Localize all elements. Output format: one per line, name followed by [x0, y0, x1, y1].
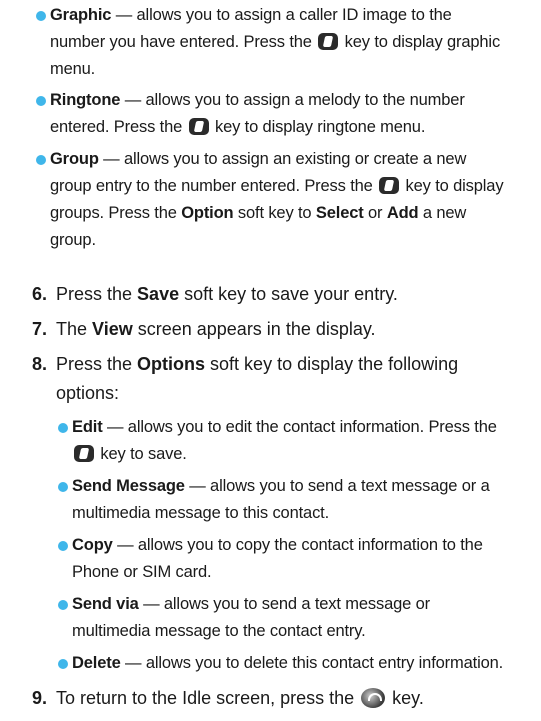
step-text: To return to the Idle screen, press the …	[56, 688, 424, 708]
bullet-icon	[36, 11, 46, 21]
desc-text: or	[363, 204, 387, 222]
list-item-edit: Edit — allows you to edit the contact in…	[58, 414, 510, 468]
step-number: 8.	[32, 354, 48, 374]
step-number: 6.	[32, 284, 48, 304]
step-number: 9.	[32, 688, 48, 708]
desc-text: — allows you to copy the contact informa…	[72, 536, 483, 581]
term-graphic: Graphic	[50, 6, 112, 24]
term-select: Select	[315, 204, 364, 222]
term-send-message: Send Message	[72, 477, 185, 495]
desc-text: — allows you to edit the contact informa…	[102, 418, 497, 436]
bullet-icon	[36, 96, 46, 106]
step-text: Press the Options soft key to display th…	[56, 354, 459, 403]
term-ringtone: Ringtone	[50, 91, 121, 109]
ok-key-icon	[188, 118, 209, 135]
list-item-ringtone: Ringtone — allows you to assign a melody…	[36, 87, 510, 141]
step-text: The View screen appears in the display.	[56, 319, 376, 339]
bullet-icon	[58, 600, 68, 610]
bullet-icon	[58, 541, 68, 551]
list-item-send-via: Send via — allows you to send a text mes…	[58, 591, 510, 645]
ok-key-icon	[379, 177, 400, 194]
step-text: Press the Save soft key to save your ent…	[56, 284, 398, 304]
bullet-icon	[36, 155, 46, 165]
list-item-graphic: Graphic — allows you to assign a caller …	[36, 2, 510, 83]
ok-key-icon	[74, 445, 94, 462]
term-copy: Copy	[72, 536, 113, 554]
list-item-delete: Delete — allows you to delete this conta…	[58, 650, 510, 677]
desc-text: — allows you to delete this contact entr…	[120, 654, 504, 672]
ok-key-icon	[318, 33, 339, 50]
term-group: Group	[50, 150, 99, 168]
bullet-icon	[58, 423, 68, 433]
step-number: 7.	[32, 319, 48, 339]
term-add: Add	[386, 204, 419, 222]
list-item-copy: Copy — allows you to copy the contact in…	[58, 532, 510, 586]
term-send-via: Send via	[72, 595, 139, 613]
desc-text: key to display ringtone menu.	[210, 118, 426, 136]
manual-page: Graphic — allows you to assign a caller …	[0, 0, 541, 721]
desc-text: key to save.	[96, 445, 187, 463]
end-key-icon	[361, 688, 386, 708]
term-delete: Delete	[72, 654, 121, 672]
desc-text: soft key to	[233, 204, 316, 222]
bullet-icon	[58, 482, 68, 492]
list-item-group: Group — allows you to assign an existing…	[36, 146, 510, 254]
bullet-icon	[58, 659, 68, 669]
list-item-send-message: Send Message — allows you to send a text…	[58, 473, 510, 527]
term-option: Option	[181, 204, 234, 222]
term-edit: Edit	[72, 418, 103, 436]
